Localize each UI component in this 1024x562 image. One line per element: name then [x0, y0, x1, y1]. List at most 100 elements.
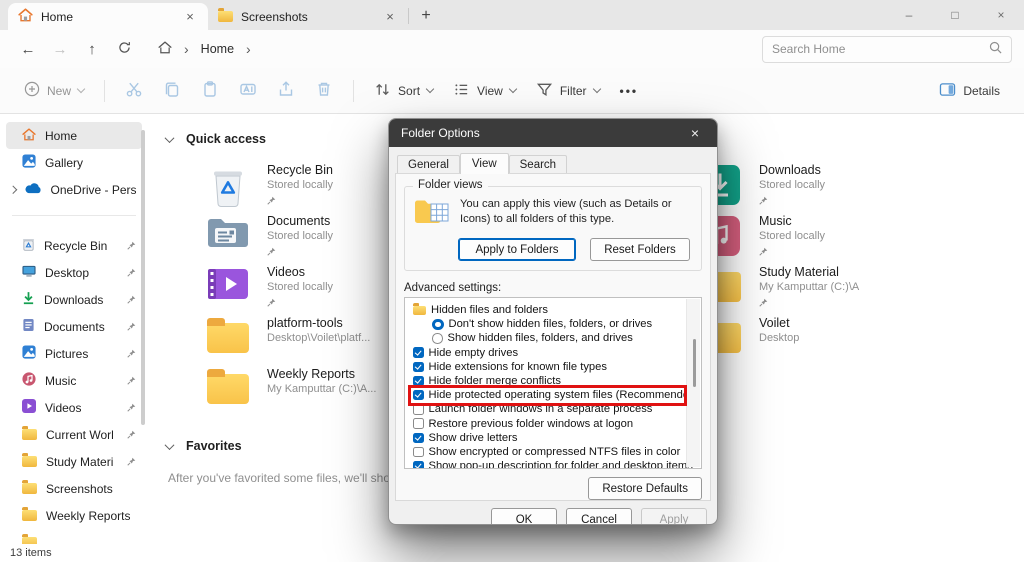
sidebar-item-screenshots[interactable]: Screenshots [6, 475, 142, 502]
scrollbar-thumb[interactable] [693, 339, 696, 387]
apply-button[interactable]: Apply [641, 508, 707, 525]
tile-music[interactable]: Music Stored locally [698, 213, 1024, 264]
tab-bar: Home × Screenshots × + – □ × [0, 0, 1024, 30]
radio-off-icon[interactable] [432, 333, 443, 344]
close-tab-icon[interactable]: × [182, 9, 198, 24]
checkbox-unchecked-icon[interactable] [413, 404, 424, 415]
sidebar-item-onedrive[interactable]: OneDrive - Pers [6, 176, 142, 203]
ok-button[interactable]: OK [491, 508, 557, 525]
setting-hide-folder-merge-conflicts[interactable]: Hide folder merge conflicts [413, 374, 683, 388]
tab-view[interactable]: View [460, 153, 509, 174]
pin-icon [127, 455, 136, 469]
tab-home[interactable]: Home × [8, 3, 208, 30]
checkbox-unchecked-icon[interactable] [413, 418, 424, 429]
sidebar-item-music[interactable]: Music [6, 367, 142, 394]
sidebar-item-documents[interactable]: Documents [6, 313, 142, 340]
details-pane-button[interactable]: Details [929, 76, 1010, 106]
sidebar: Home Gallery OneDrive - Pers Recycle Bin… [0, 114, 148, 544]
checkbox-checked-icon[interactable] [413, 433, 424, 444]
tab-general[interactable]: General [397, 155, 460, 174]
sidebar-item-partial[interactable] [6, 529, 142, 544]
sidebar-item-weekly-reports[interactable]: Weekly Reports [6, 502, 142, 529]
radio-on-icon[interactable] [432, 319, 444, 331]
breadcrumb-chevron[interactable]: › [184, 41, 189, 57]
up-button[interactable]: ↑ [76, 41, 108, 58]
tab-screenshots[interactable]: Screenshots × [208, 3, 408, 30]
setting-launch-separate-process[interactable]: Launch folder windows in a separate proc… [413, 402, 683, 416]
search-input[interactable] [772, 42, 983, 56]
refresh-button[interactable] [108, 40, 140, 59]
close-tab-icon[interactable]: × [382, 9, 398, 24]
dialog-close-button[interactable]: × [685, 125, 705, 141]
setting-group-hidden-files[interactable]: Hidden files and folders [413, 303, 683, 317]
breadcrumb-item[interactable]: Home [201, 42, 234, 56]
filter-button[interactable]: Filter [526, 75, 610, 107]
rename-button[interactable] [229, 74, 267, 107]
setting-hide-protected-os-files[interactable]: Hide protected operating system files (R… [413, 388, 683, 402]
sort-icon [374, 81, 391, 101]
apply-to-folders-button[interactable]: Apply to Folders [458, 238, 576, 261]
chevron-down-icon[interactable] [165, 133, 175, 143]
sidebar-item-current-work[interactable]: Current Worl [6, 421, 142, 448]
tile-study-material[interactable]: Study Material My Kamputtar (C:)\A [698, 264, 1024, 315]
new-button[interactable]: New [14, 75, 94, 106]
cut-button[interactable] [115, 74, 153, 107]
paste-button[interactable] [191, 74, 229, 107]
tab-search[interactable]: Search [509, 155, 567, 174]
sidebar-item-gallery[interactable]: Gallery [6, 149, 142, 176]
advanced-settings-list[interactable]: Hidden files and folders Don't show hidd… [404, 297, 702, 469]
view-button[interactable]: View [443, 75, 526, 107]
setting-radio-show-hidden[interactable]: Show hidden files, folders, and drives [413, 331, 683, 345]
copy-button[interactable] [153, 74, 191, 107]
minimize-button[interactable]: – [886, 0, 932, 30]
reset-folders-button[interactable]: Reset Folders [590, 238, 690, 261]
breadcrumb-chevron[interactable]: › [246, 41, 251, 57]
setting-show-popup-description[interactable]: Show pop-up description for folder and d… [413, 459, 683, 469]
window-controls: – □ × [886, 0, 1024, 30]
more-options-button[interactable]: ••• [610, 78, 649, 104]
checkbox-checked-icon[interactable] [413, 362, 424, 373]
onedrive-cloud-icon [25, 183, 42, 197]
share-button[interactable] [267, 74, 305, 107]
sidebar-item-desktop[interactable]: Desktop [6, 259, 142, 286]
section-title: Quick access [186, 132, 266, 146]
close-window-button[interactable]: × [978, 0, 1024, 30]
checkbox-checked-icon[interactable] [413, 390, 424, 401]
setting-show-drive-letters[interactable]: Show drive letters [413, 431, 683, 445]
list-scrollbar[interactable] [686, 299, 700, 467]
sidebar-scrollbar[interactable] [141, 130, 145, 425]
home-icon [22, 128, 36, 144]
pin-icon [127, 401, 136, 415]
view-list-icon [453, 81, 470, 101]
setting-radio-dont-show-hidden[interactable]: Don't show hidden files, folders, or dri… [413, 317, 683, 331]
cancel-button[interactable]: Cancel [566, 508, 632, 525]
dialog-title-bar[interactable]: Folder Options × [389, 119, 717, 147]
setting-hide-extensions[interactable]: Hide extensions for known file types [413, 360, 683, 374]
tile-voilet[interactable]: Voilet Desktop [698, 315, 1024, 366]
chevron-down-icon[interactable] [165, 440, 175, 450]
sort-button[interactable]: Sort [364, 75, 443, 107]
maximize-button[interactable]: □ [932, 0, 978, 30]
sidebar-item-videos[interactable]: Videos [6, 394, 142, 421]
sidebar-item-recycle-bin[interactable]: Recycle Bin [6, 232, 142, 259]
back-button[interactable]: ← [12, 41, 44, 58]
checkbox-checked-icon[interactable] [413, 347, 424, 358]
search-box[interactable] [762, 36, 1012, 63]
tile-downloads[interactable]: Downloads Stored locally [698, 162, 1024, 213]
checkbox-checked-icon[interactable] [413, 376, 424, 387]
setting-show-encrypted-ntfs[interactable]: Show encrypted or compressed NTFS files … [413, 445, 683, 459]
sidebar-item-pictures[interactable]: Pictures [6, 340, 142, 367]
new-tab-button[interactable]: + [409, 3, 443, 30]
sidebar-item-downloads[interactable]: Downloads [6, 286, 142, 313]
sidebar-item-home[interactable]: Home [6, 122, 142, 149]
sidebar-item-study-material[interactable]: Study Materi [6, 448, 142, 475]
checkbox-checked-icon[interactable] [413, 461, 424, 469]
setting-restore-previous-windows[interactable]: Restore previous folder windows at logon [413, 417, 683, 431]
breadcrumb-home-icon[interactable] [158, 41, 172, 57]
delete-button[interactable] [305, 74, 343, 107]
checkbox-unchecked-icon[interactable] [413, 447, 424, 458]
forward-button[interactable]: → [44, 41, 76, 58]
chevron-right-icon[interactable] [9, 186, 17, 194]
restore-defaults-button[interactable]: Restore Defaults [588, 477, 702, 500]
setting-hide-empty-drives[interactable]: Hide empty drives [413, 346, 683, 360]
